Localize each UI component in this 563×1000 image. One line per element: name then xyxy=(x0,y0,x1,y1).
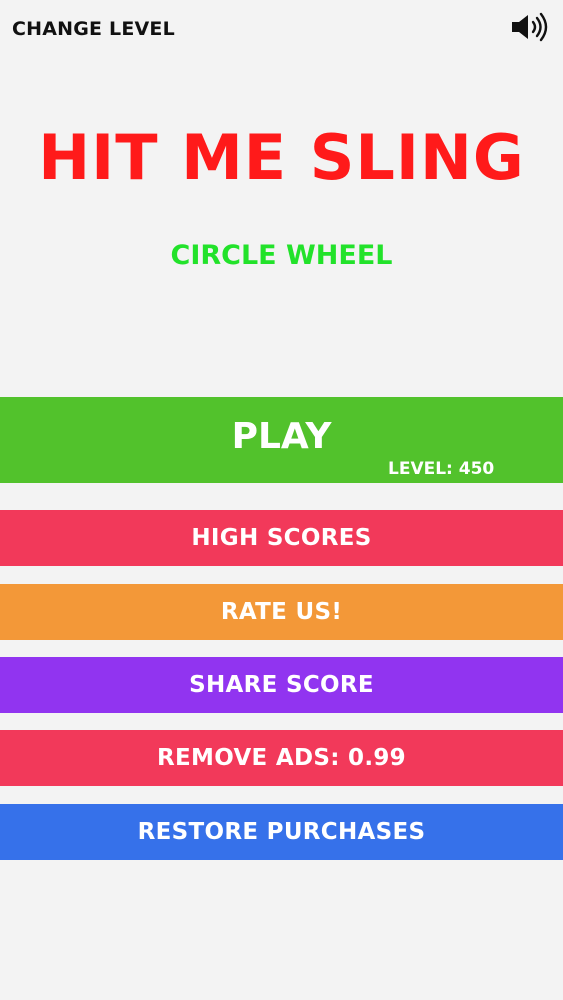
game-title: HIT ME SLING xyxy=(38,121,525,194)
sound-button[interactable] xyxy=(509,12,549,42)
level-name-subtitle: CIRCLE WHEEL xyxy=(170,240,393,271)
rate-us-button[interactable]: RATE US! xyxy=(0,584,563,640)
change-level-button[interactable]: CHANGE LEVEL xyxy=(12,18,175,40)
level-indicator: LEVEL: 450 xyxy=(388,459,495,479)
remove-ads-button[interactable]: REMOVE ADS: 0.99 xyxy=(0,730,563,786)
speaker-volume-icon xyxy=(512,12,548,42)
top-bar: CHANGE LEVEL xyxy=(0,0,563,60)
play-button[interactable]: PLAY LEVEL: 450 xyxy=(0,397,563,483)
restore-purchases-button[interactable]: RESTORE PURCHASES xyxy=(0,804,563,860)
share-score-button[interactable]: SHARE SCORE xyxy=(0,657,563,713)
high-scores-button[interactable]: HIGH SCORES xyxy=(0,510,563,566)
play-label: PLAY xyxy=(231,416,332,457)
